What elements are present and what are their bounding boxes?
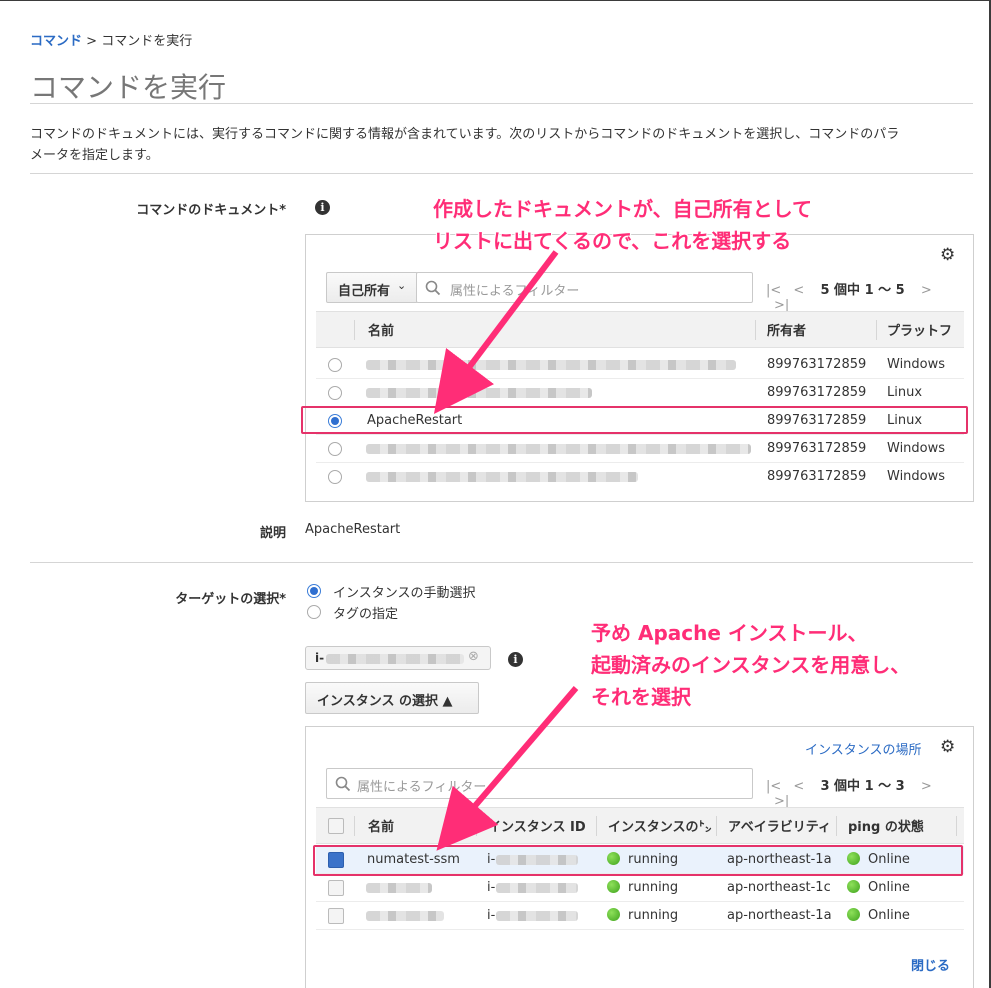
annotation-note-2-line-3: それを選択 <box>591 685 691 709</box>
annotation-note-1-line-1: 作成したドキュメントが、自己所有として <box>433 197 812 221</box>
arrow-to-instance <box>436 686 579 851</box>
annotation-note-2-line-2: 起動済みのインスタンスを用意し、 <box>591 653 911 677</box>
annotation-note-2-line-1: 予め Apache インストール、 <box>591 621 868 645</box>
annotation-arrows <box>433 250 579 851</box>
annotation-note-1: 作成したドキュメントが、自己所有として リストに出てくるので、これを選択する <box>433 193 812 257</box>
arrow-to-document <box>433 250 559 414</box>
annotation-note-2: 予め Apache インストール、 起動済みのインスタンスを用意し、 それを選択 <box>591 617 910 713</box>
annotation-note-1-line-2: リストに出てくるので、これを選択する <box>433 229 792 253</box>
